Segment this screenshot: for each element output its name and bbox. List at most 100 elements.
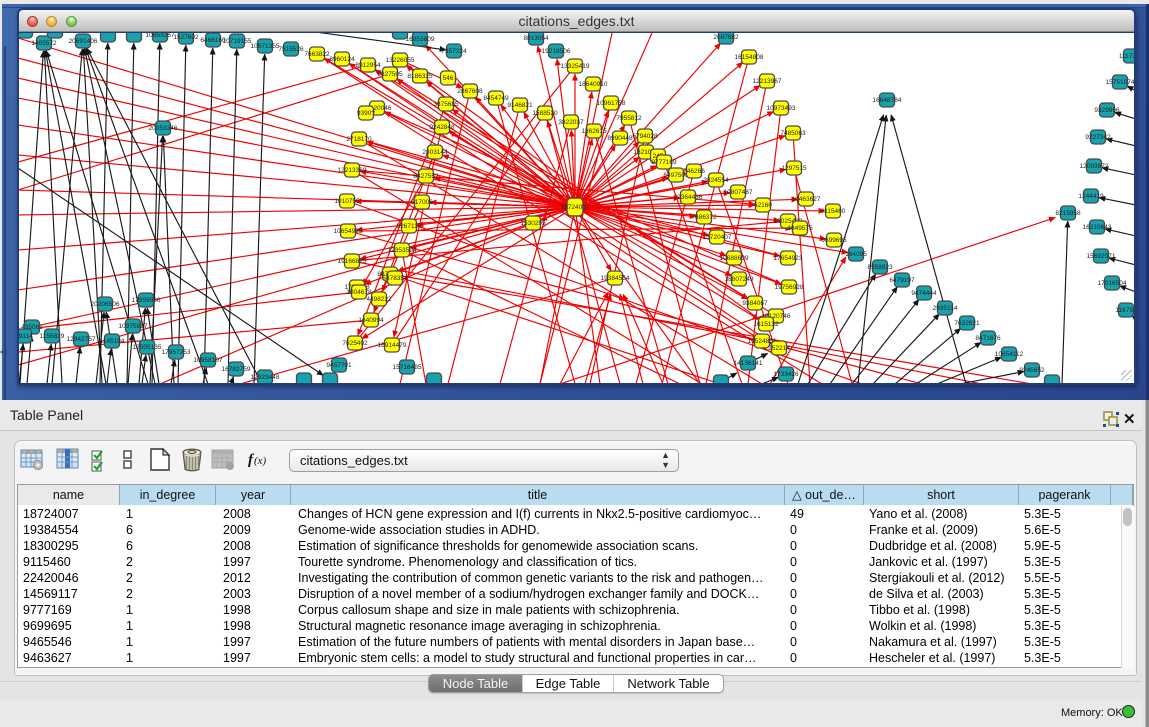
svg-text:7955812: 7955812 (616, 115, 642, 122)
svg-text:19166825: 19166825 (338, 258, 367, 265)
svg-text:7485063: 7485063 (780, 130, 806, 137)
svg-text:8427552: 8427552 (413, 173, 439, 180)
svg-text:1362615: 1362615 (581, 128, 607, 135)
svg-text:9777169: 9777169 (651, 159, 677, 166)
svg-text:1010755: 1010755 (334, 198, 360, 205)
svg-text:16914479: 16914479 (378, 342, 407, 349)
svg-text:546: 546 (443, 75, 454, 82)
svg-text:8215958: 8215958 (1055, 210, 1081, 217)
svg-text:12093872: 12093872 (1080, 163, 1109, 170)
svg-text:2867608: 2867608 (457, 88, 483, 95)
svg-text:9390?: 9390? (357, 110, 375, 117)
svg-text:3875685: 3875685 (433, 101, 459, 108)
svg-text:2935114: 2935114 (933, 305, 958, 312)
svg-text:62160: 62160 (754, 202, 772, 209)
svg-text:5878354: 5878354 (382, 275, 408, 282)
svg-text:10958107: 10958107 (194, 357, 223, 364)
svg-text:10463627: 10463627 (792, 196, 821, 203)
svg-text:9227342: 9227342 (1085, 134, 1111, 141)
svg-text:7886372: 7886372 (691, 214, 717, 221)
svg-text:1156829: 1156829 (40, 333, 65, 340)
svg-text:1527602: 1527602 (173, 34, 199, 41)
svg-text:8267110: 8267110 (397, 223, 422, 230)
svg-text:1640994: 1640994 (358, 317, 384, 324)
svg-text:7515526: 7515526 (278, 46, 304, 53)
svg-text:10653267: 10653267 (146, 33, 175, 39)
svg-text:4498222: 4498222 (366, 296, 392, 303)
svg-text:19384554: 19384554 (601, 275, 630, 282)
svg-text:12505135: 12505135 (133, 344, 162, 351)
svg-text:18724007: 18724007 (561, 204, 590, 211)
svg-text:6794028: 6794028 (632, 133, 658, 140)
svg-text:8990448: 8990448 (607, 135, 633, 142)
svg-text:12942757: 12942757 (67, 336, 96, 343)
svg-text:20691406: 20691406 (69, 38, 98, 45)
svg-text:17359936: 17359936 (132, 297, 161, 304)
svg-text:9329966: 9329966 (1094, 107, 1120, 114)
svg-text:2087682: 2087682 (713, 34, 739, 41)
svg-text:14136141: 14136141 (734, 360, 763, 367)
svg-text:16648784: 16648784 (873, 97, 902, 104)
svg-text:16154808: 16154808 (735, 54, 764, 61)
svg-text:746266: 746266 (683, 168, 705, 175)
svg-text:9245652: 9245652 (1019, 367, 1045, 374)
svg-text:10654112: 10654112 (995, 351, 1024, 358)
svg-text:18807249: 18807249 (725, 276, 754, 283)
svg-text:1117304: 1117304 (1119, 53, 1134, 60)
svg-text:7357224: 7357224 (441, 48, 467, 55)
svg-text:15716485: 15716485 (393, 364, 422, 371)
svg-text:20364436: 20364436 (674, 194, 703, 201)
svg-text:1849575: 1849575 (787, 225, 813, 232)
svg-text:8471676: 8471676 (975, 335, 1001, 342)
svg-text:7632621: 7632621 (954, 320, 980, 327)
svg-text:1588520: 1588520 (532, 110, 558, 117)
svg-text:13325419: 13325419 (561, 63, 590, 70)
svg-text:20206506: 20206506 (91, 301, 120, 308)
svg-text:15692971: 15692971 (1087, 253, 1116, 260)
svg-text:10719155: 10719155 (223, 38, 252, 45)
svg-text:9146821: 9146821 (507, 102, 533, 109)
svg-text:9457791: 9457791 (326, 362, 352, 369)
svg-text:252214: 252214 (768, 345, 790, 352)
svg-text:10975887: 10975887 (119, 323, 148, 330)
svg-text:10654925: 10654925 (334, 228, 363, 235)
svg-text:8912954: 8912954 (355, 62, 381, 69)
svg-text:817006: 817006 (411, 199, 433, 206)
svg-text:9474444: 9474444 (911, 290, 937, 297)
svg-text:16782759: 16782759 (222, 366, 251, 373)
svg-text:8813054: 8813054 (523, 35, 549, 42)
svg-text:17654923: 17654923 (774, 255, 803, 262)
svg-text:8454749: 8454749 (483, 95, 509, 102)
svg-text:10807487: 10807487 (724, 189, 753, 196)
svg-text:9242848: 9242848 (429, 124, 455, 131)
svg-text:10961758: 10961758 (597, 100, 626, 107)
svg-text:3824554: 3824554 (703, 177, 729, 184)
svg-text:12353594: 12353594 (388, 247, 417, 254)
svg-text:2803144: 2803144 (422, 149, 448, 156)
svg-text:8958923: 8958923 (867, 264, 893, 271)
svg-text:1530295: 1530295 (520, 220, 546, 227)
svg-text:13226055: 13226055 (386, 57, 415, 64)
svg-text:1733426: 1733426 (773, 371, 799, 378)
svg-text:1405572: 1405572 (31, 40, 57, 47)
svg-text:15720407: 15720407 (703, 234, 732, 241)
svg-text:8186325: 8186325 (407, 73, 433, 80)
svg-text:19756928: 19756928 (775, 284, 804, 291)
svg-text:16053809: 16053809 (406, 36, 435, 43)
svg-text:10688609: 10688609 (720, 255, 749, 262)
svg-text:7663822: 7663822 (304, 51, 330, 58)
svg-text:9115460: 9115460 (821, 208, 846, 215)
svg-text:9327505: 9327505 (377, 71, 403, 78)
svg-text:12923448: 12923448 (251, 374, 280, 381)
svg-text:7625402: 7625402 (342, 340, 368, 347)
svg-text:19218506: 19218506 (542, 48, 571, 55)
svg-text:12213369: 12213369 (338, 167, 367, 174)
svg-text:1297515: 1297515 (781, 165, 807, 172)
svg-text:39114: 39114 (19, 333, 33, 340)
svg-text:18640910: 18640910 (579, 81, 608, 88)
svg-text:12213967: 12213967 (753, 78, 782, 85)
svg-text:10671355: 10671355 (251, 43, 280, 50)
svg-text:10973493: 10973493 (767, 105, 796, 112)
svg-text:15751074: 15751074 (1106, 79, 1134, 86)
svg-text:116753: 116753 (1115, 307, 1134, 314)
